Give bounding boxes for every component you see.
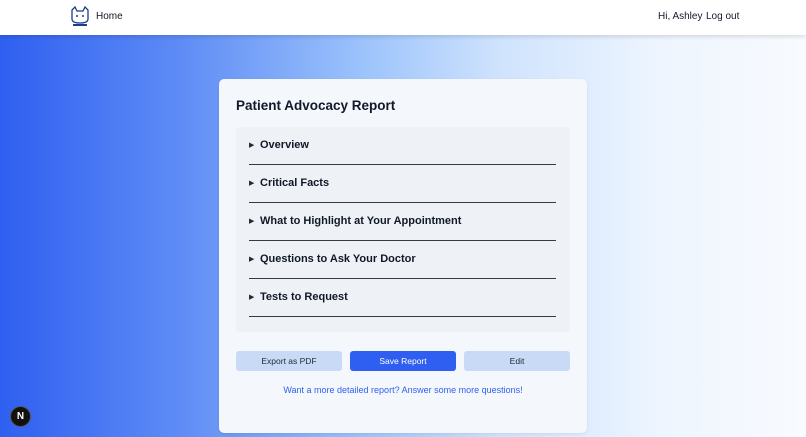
export-pdf-button[interactable]: Export as PDF [236,351,342,371]
page-title: Patient Advocacy Report [236,98,396,113]
section-label: Critical Facts [260,177,330,189]
more-questions-link[interactable]: Want a more detailed report? Answer some… [219,385,587,395]
top-navbar: Home Hi, Ashley Log out [0,0,806,35]
disclosure-arrow-icon: ▶ [249,218,255,225]
badge-letter: N [16,411,25,422]
section-label: Questions to Ask Your Doctor [260,253,416,265]
section-appointment-highlights[interactable]: ▶ What to Highlight at Your Appointment [249,203,556,241]
logout-link[interactable]: Log out [706,11,739,22]
section-label: What to Highlight at Your Appointment [260,215,462,227]
user-greeting: Hi, Ashley [658,11,703,22]
section-tests-to-request[interactable]: ▶ Tests to Request [249,279,556,317]
section-critical-facts[interactable]: ▶ Critical Facts [249,165,556,203]
nextjs-badge-icon[interactable]: N [10,406,31,427]
cat-logo-icon[interactable] [70,6,90,28]
disclosure-arrow-icon: ▶ [249,256,255,263]
home-link[interactable]: Home [96,11,123,22]
section-label: Overview [260,139,309,151]
disclosure-arrow-icon: ▶ [249,142,255,149]
disclosure-arrow-icon: ▶ [249,294,255,301]
edit-button[interactable]: Edit [464,351,570,371]
disclosure-arrow-icon: ▶ [249,180,255,187]
report-card: Patient Advocacy Report ▶ Overview ▶ Cri… [219,79,587,433]
save-report-button[interactable]: Save Report [350,351,456,371]
report-sections: ▶ Overview ▶ Critical Facts ▶ What to Hi… [236,127,570,332]
section-doctor-questions[interactable]: ▶ Questions to Ask Your Doctor [249,241,556,279]
section-overview[interactable]: ▶ Overview [249,127,556,165]
section-label: Tests to Request [260,291,348,303]
